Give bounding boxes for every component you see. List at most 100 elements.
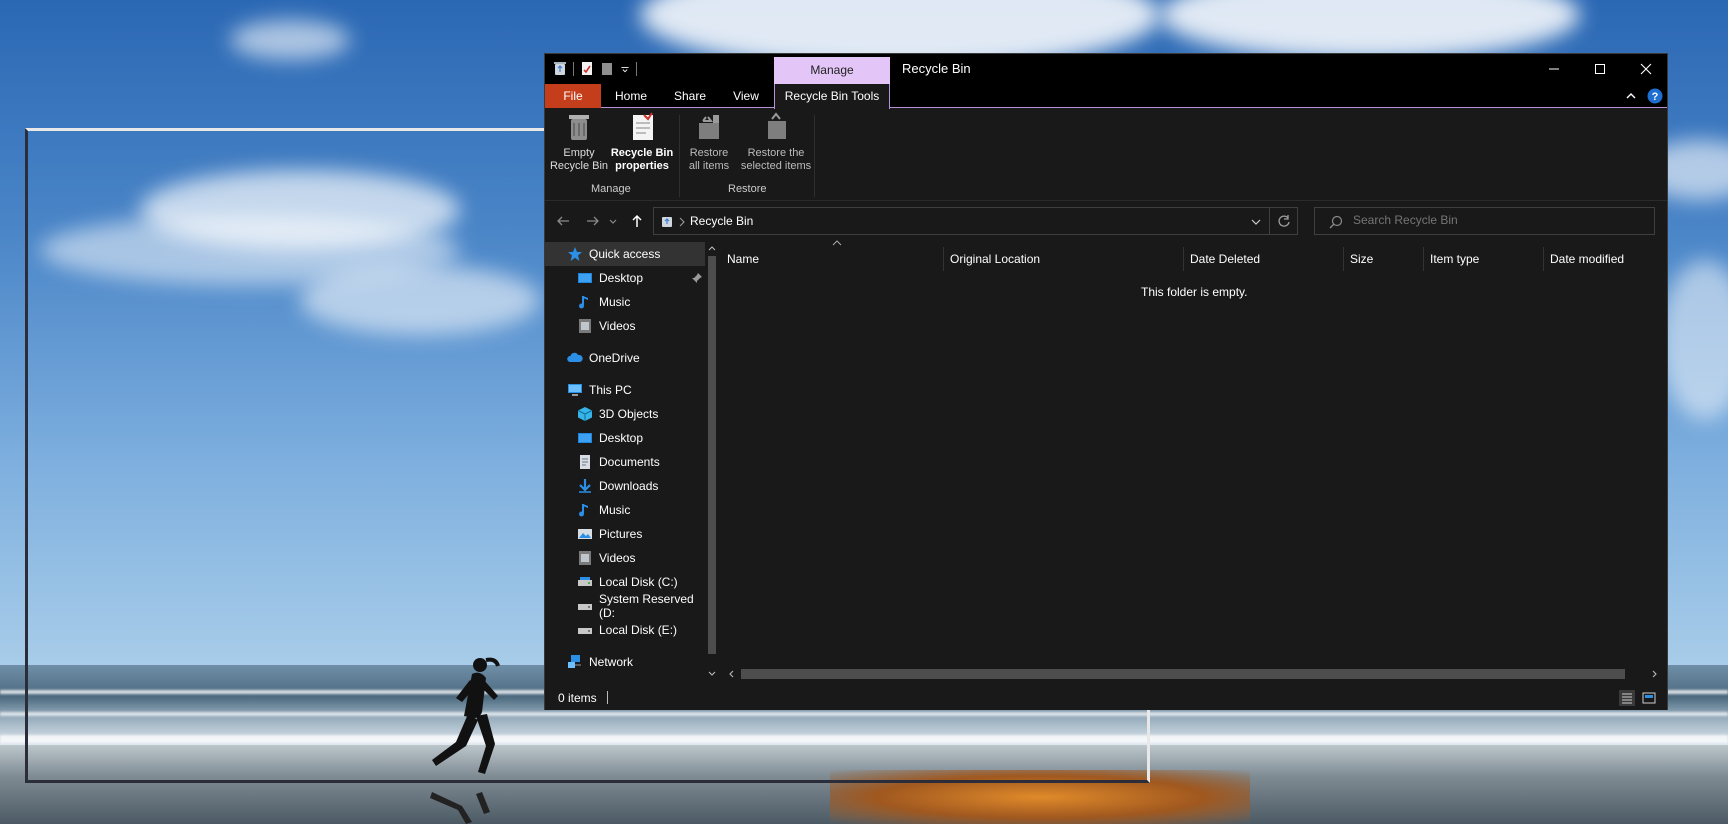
tab-view[interactable]: View: [719, 84, 773, 108]
search-box[interactable]: [1314, 207, 1655, 235]
nav-item-videos[interactable]: Videos: [545, 546, 705, 570]
restore-selected-label-2: selected items: [740, 160, 812, 172]
nav-item-downloads[interactable]: Downloads: [545, 474, 705, 498]
close-icon: [1640, 63, 1652, 75]
column-header-original-location[interactable]: Original Location: [943, 247, 1183, 271]
network-icon: [568, 655, 581, 668]
nav-item-quick-access[interactable]: Quick access: [545, 242, 705, 266]
scroll-up-icon[interactable]: [708, 244, 716, 252]
nav-item-this-pc[interactable]: This PC: [545, 378, 705, 402]
nav-item-label: OneDrive: [589, 351, 640, 365]
maximize-button[interactable]: [1577, 54, 1623, 84]
nav-item-3d-objects[interactable]: 3D Objects: [545, 402, 705, 426]
restore-selected-items-button[interactable]: Restore the selected items: [736, 111, 816, 173]
collapse-ribbon-icon[interactable]: [1625, 90, 1637, 102]
runner-reflection: [430, 792, 490, 824]
refresh-icon[interactable]: [1277, 214, 1291, 228]
nav-item-label: Downloads: [599, 479, 659, 493]
cloud-icon: [567, 352, 583, 362]
close-button[interactable]: [1623, 54, 1669, 84]
chevron-down-icon[interactable]: [620, 61, 630, 76]
pin-icon[interactable]: [691, 272, 703, 284]
nav-item-onedrive[interactable]: OneDrive: [545, 346, 705, 370]
tab-file[interactable]: File: [545, 84, 601, 108]
tab-recycle-bin-tools[interactable]: Recycle Bin Tools: [774, 84, 890, 109]
toolbar-separator: [636, 61, 637, 76]
restore-all-items-button[interactable]: Restore all items: [682, 111, 736, 173]
scroll-down-icon[interactable]: [708, 670, 716, 678]
title-bar[interactable]: Manage Recycle Bin: [545, 54, 1667, 84]
toolbar-separator: [573, 61, 574, 76]
minimize-button[interactable]: [1531, 54, 1577, 84]
details-view-icon[interactable]: [1619, 690, 1635, 706]
breadcrumb-recycle-bin[interactable]: Recycle Bin: [690, 214, 753, 228]
address-bar[interactable]: Recycle Bin: [653, 207, 1298, 235]
navigation-pane-scrollbar[interactable]: [705, 240, 719, 686]
nav-item-label: Network: [589, 655, 634, 669]
empty-recycle-bin-label-2: Recycle Bin: [549, 160, 609, 172]
sort-ascending-icon: [832, 240, 842, 246]
search-input[interactable]: [1353, 213, 1643, 227]
nav-item-desktop-pinned[interactable]: Desktop: [545, 266, 705, 290]
nav-item-local-disk-c[interactable]: Local Disk (C:): [545, 570, 705, 594]
svg-text:?: ?: [1652, 91, 1659, 103]
nav-item-system-reserved-d[interactable]: System Reserved (D:: [545, 592, 705, 620]
column-header-date-deleted[interactable]: Date Deleted: [1183, 247, 1343, 271]
arrow-right-icon: [587, 216, 599, 226]
recycle-bin-properties-button[interactable]: Recycle Bin properties: [609, 111, 675, 173]
nav-item-label: Pictures: [599, 527, 643, 541]
up-button[interactable]: [627, 211, 647, 231]
new-folder-icon[interactable]: [600, 61, 614, 76]
properties-icon[interactable]: [580, 61, 594, 76]
videos-icon: [579, 319, 591, 333]
nav-item-documents[interactable]: Documents: [545, 450, 705, 474]
search-icon: [1329, 215, 1343, 229]
document-icon: [580, 455, 590, 469]
nav-item-label: Quick access: [589, 247, 661, 261]
empty-folder-message: This folder is empty.: [1141, 285, 1248, 299]
nav-item-music[interactable]: Music: [545, 498, 705, 522]
nav-item-music-quick[interactable]: Music: [545, 290, 705, 314]
tab-home[interactable]: Home: [601, 84, 661, 108]
ribbon-tab-row: File Home Share View Recycle Bin Tools ?: [545, 84, 1667, 109]
nav-item-network[interactable]: Network: [545, 650, 705, 674]
nav-item-label: Music: [599, 503, 631, 517]
address-dropdown-icon[interactable]: [1250, 217, 1262, 227]
column-header-date-modified[interactable]: Date modified: [1543, 247, 1667, 271]
videos-icon: [579, 551, 591, 565]
scroll-right-icon[interactable]: [1651, 670, 1659, 678]
ribbon: Empty Recycle Bin Recycle Bin properties…: [545, 109, 1667, 201]
file-list-horizontal-scrollbar[interactable]: [721, 666, 1667, 682]
column-header-item-type[interactable]: Item type: [1423, 247, 1543, 271]
ribbon-group-separator: [814, 115, 815, 197]
column-header-name[interactable]: Name: [721, 247, 943, 271]
column-header-size[interactable]: Size: [1343, 247, 1423, 271]
tab-share[interactable]: Share: [661, 84, 719, 108]
scroll-left-icon[interactable]: [727, 670, 735, 678]
maximize-icon: [1595, 64, 1605, 74]
download-icon: [579, 479, 591, 493]
recent-locations-button[interactable]: [607, 211, 619, 231]
nav-item-label: Local Disk (C:): [599, 575, 678, 589]
desktop-icon: [578, 273, 592, 283]
help-icon[interactable]: ?: [1647, 88, 1663, 104]
forward-button[interactable]: [583, 211, 603, 231]
arrow-up-icon: [632, 214, 642, 227]
properties-label-2: properties: [615, 160, 669, 172]
navigation-bar: Recycle Bin: [545, 201, 1667, 240]
large-icons-view-icon[interactable]: [1641, 690, 1657, 706]
nav-item-pictures[interactable]: Pictures: [545, 522, 705, 546]
nav-item-local-disk-e[interactable]: Local Disk (E:): [545, 618, 705, 642]
explorer-window: Manage Recycle Bin File Home Share View …: [544, 53, 1668, 710]
nav-item-label: Videos: [599, 551, 636, 565]
empty-recycle-bin-button[interactable]: Empty Recycle Bin: [549, 111, 609, 173]
recycle-bin-icon[interactable]: [553, 61, 567, 76]
breadcrumb-chevron-icon[interactable]: [678, 217, 686, 227]
file-list[interactable]: Name Original Location Date Deleted Size…: [721, 240, 1667, 686]
scrollbar-thumb[interactable]: [708, 256, 716, 654]
scrollbar-thumb[interactable]: [741, 669, 1625, 679]
nav-item-desktop[interactable]: Desktop: [545, 426, 705, 450]
nav-item-videos-quick[interactable]: Videos: [545, 314, 705, 338]
back-button[interactable]: [553, 211, 573, 231]
minimize-icon: [1549, 68, 1559, 70]
